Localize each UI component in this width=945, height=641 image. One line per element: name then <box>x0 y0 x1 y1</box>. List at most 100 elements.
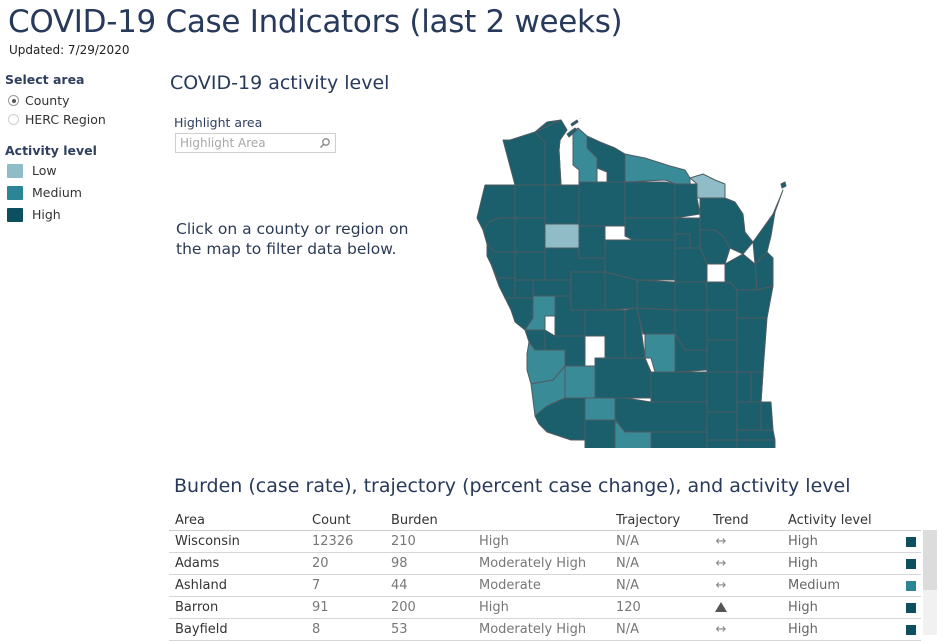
activity-swatch <box>906 625 916 635</box>
legend-high[interactable]: High <box>7 207 61 222</box>
map-hint-text: Click on a county or region on the map t… <box>176 220 409 258</box>
county-waupaca[interactable] <box>674 281 708 311</box>
table-header: Area Count Burden Trajectory Trend Activ… <box>169 512 921 531</box>
highlight-area-search[interactable] <box>175 133 336 153</box>
table-scrollbar[interactable] <box>923 530 937 635</box>
legend-medium[interactable]: Medium <box>7 185 82 200</box>
county-waukesha[interactable] <box>736 401 762 431</box>
county-lafayette[interactable] <box>584 419 616 448</box>
cell-area: Barron <box>175 600 219 615</box>
cell-burden: 98 <box>391 556 408 571</box>
county-fonddulac[interactable] <box>706 339 738 373</box>
table-row[interactable]: Ashland 7 44 Moderate N/A Medium ↔ <box>169 575 921 597</box>
legend-low[interactable]: Low <box>7 163 57 178</box>
county-kenosha[interactable] <box>736 439 776 448</box>
county-menominee[interactable] <box>674 233 691 249</box>
county-portage[interactable] <box>636 279 676 311</box>
highlight-area-label: Highlight area <box>174 115 263 130</box>
radio-county[interactable]: County <box>8 93 70 108</box>
select-area-label: Select area <box>5 72 85 87</box>
county-washburn[interactable] <box>514 184 546 219</box>
county-barron[interactable] <box>514 217 546 253</box>
county-dunn[interactable] <box>514 251 546 281</box>
county-pepin[interactable] <box>514 279 534 299</box>
cell-activity-level: High <box>788 600 818 615</box>
county-walworth[interactable] <box>706 439 738 448</box>
table-row[interactable]: Wisconsin 12326 210 High N/A High ↔ <box>169 531 921 553</box>
county-jefferson[interactable] <box>706 411 738 441</box>
radio-selected-icon[interactable] <box>8 95 19 106</box>
county-richland[interactable] <box>564 365 596 399</box>
table-row[interactable]: Adams 20 98 Moderately High N/A High ↔ <box>169 553 921 575</box>
county-dodge[interactable] <box>706 371 738 413</box>
cell-burden-category: High <box>479 534 509 549</box>
cell-trajectory: N/A <box>616 534 639 549</box>
county-juneau[interactable] <box>584 309 626 359</box>
washington-island[interactable] <box>780 181 787 189</box>
wisconsin-county-map[interactable] <box>470 118 790 448</box>
map-section-title: COVID-19 activity level <box>170 72 390 94</box>
county-rock[interactable] <box>650 431 708 448</box>
search-icon[interactable] <box>319 137 331 149</box>
county-sheboygan[interactable] <box>736 317 768 373</box>
col-trajectory[interactable]: Trajectory <box>616 513 680 528</box>
county-racine[interactable] <box>736 429 776 441</box>
trend-up-icon <box>713 599 729 616</box>
county-eauclaire[interactable] <box>532 279 572 297</box>
table-row[interactable]: Bayfield 8 53 Moderately High N/A High ↔ <box>169 619 921 641</box>
col-burden[interactable]: Burden <box>391 513 438 528</box>
cell-activity-level: High <box>788 534 818 549</box>
cell-burden: 44 <box>391 578 408 593</box>
county-sawyer[interactable] <box>544 184 580 225</box>
county-lincoln[interactable] <box>624 217 676 241</box>
county-forest[interactable] <box>674 183 701 219</box>
page-title: COVID-19 Case Indicators (last 2 weeks) <box>8 4 623 40</box>
county-manitowoc[interactable] <box>736 285 774 319</box>
triangle-up-icon <box>715 602 727 612</box>
county-vilas[interactable] <box>624 153 691 185</box>
county-calumet[interactable] <box>706 309 738 341</box>
cell-activity-level: Medium <box>788 578 840 593</box>
county-shawano[interactable] <box>674 247 708 283</box>
county-rusk[interactable] <box>544 223 580 249</box>
cell-burden-category: High <box>479 600 509 615</box>
legend-high-label: High <box>32 207 61 222</box>
county-outagamie[interactable] <box>706 281 738 311</box>
cell-activity-level: High <box>788 556 818 571</box>
apostle-island-2[interactable] <box>570 119 579 127</box>
table-row[interactable]: Barron 91 200 High 120 High <box>169 597 921 619</box>
cell-count: 91 <box>312 600 329 615</box>
activity-swatch <box>906 537 916 547</box>
col-area[interactable]: Area <box>175 513 205 528</box>
legend-swatch-high <box>7 207 23 222</box>
table-scrollbar-thumb[interactable] <box>923 530 937 590</box>
county-taylor[interactable] <box>578 225 606 259</box>
cell-area: Wisconsin <box>175 534 240 549</box>
county-ozaukee[interactable] <box>750 371 764 403</box>
cell-count: 20 <box>312 556 329 571</box>
county-clark[interactable] <box>570 271 606 311</box>
county-price[interactable] <box>578 181 626 227</box>
trend-flat-icon: ↔ <box>715 578 727 593</box>
cell-trajectory: N/A <box>616 556 639 571</box>
county-sauk[interactable] <box>594 357 652 399</box>
radio-herc-region[interactable]: HERC Region <box>8 112 106 127</box>
county-dane[interactable] <box>614 397 708 433</box>
county-marquette[interactable] <box>644 333 676 373</box>
col-trend[interactable]: Trend <box>713 513 749 528</box>
cell-count: 7 <box>312 578 321 593</box>
county-waushara[interactable] <box>636 307 676 335</box>
highlight-area-input[interactable] <box>180 136 315 150</box>
col-activity-level[interactable]: Activity level <box>788 513 872 528</box>
radio-unselected-icon[interactable] <box>8 114 19 125</box>
county-oneida[interactable] <box>624 181 676 219</box>
radio-herc-label: HERC Region <box>25 112 106 127</box>
legend-swatch-low <box>7 163 23 178</box>
activity-swatch <box>906 559 916 569</box>
cell-count: 12326 <box>312 534 354 549</box>
county-marathon[interactable] <box>604 239 676 281</box>
county-columbia[interactable] <box>650 371 708 403</box>
county-iowa[interactable] <box>584 397 616 421</box>
county-milwaukee[interactable] <box>760 401 774 431</box>
col-count[interactable]: Count <box>312 513 351 528</box>
